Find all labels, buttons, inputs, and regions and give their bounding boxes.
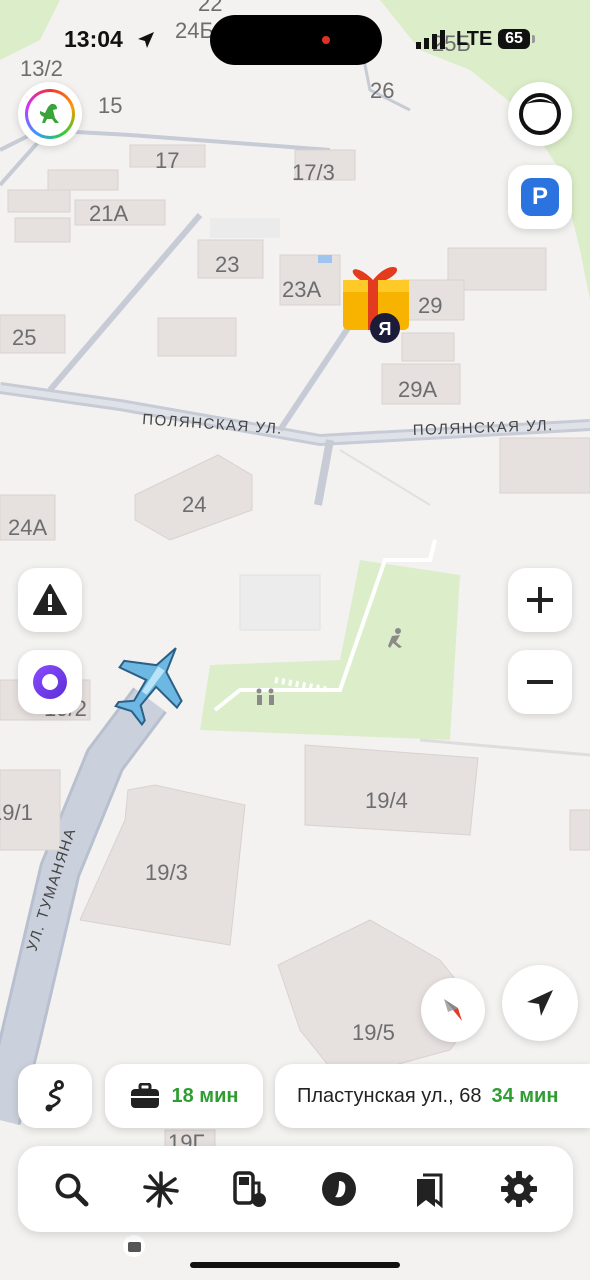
yandex-badge: Я [379,319,392,339]
settings-icon [501,1171,537,1207]
discovery-icon [143,1171,179,1208]
zoom-out-button[interactable] [508,650,572,714]
alice-assistant-button[interactable] [18,650,82,714]
building-label-19-4: 19/4 [365,788,408,813]
bottom-tab-bar [18,1146,573,1232]
dinosaur-icon [25,89,75,139]
road-alert-button[interactable] [18,568,82,632]
music-icon [322,1172,356,1206]
building-label-29: 29 [418,293,442,318]
route-to-destination-chip[interactable]: Пластунская ул., 68 34 мин [275,1064,590,1128]
zoom-in-button[interactable] [508,568,572,632]
work-route-time: 18 мин [171,1084,239,1107]
home-indicator [190,1262,400,1268]
zoom-in-icon [527,587,553,613]
briefcase-icon [130,1083,159,1108]
tab-discovery[interactable] [136,1164,186,1214]
building-label-26: 26 [370,78,394,103]
building-label-19-3: 19/3 [145,860,188,885]
building-label-29a: 29А [398,377,437,402]
parking-button[interactable]: P [508,165,572,229]
location-arrow-icon [138,32,154,48]
dynamic-island [210,15,382,65]
building-label-23a: 23А [282,277,321,302]
tab-settings[interactable] [494,1164,544,1214]
alert-icon [33,584,67,615]
profile-icon [519,93,561,135]
building-label-15: 15 [98,93,122,118]
tab-music[interactable] [314,1164,364,1214]
locate-icon [527,990,553,1016]
parking-icon: P [521,178,559,216]
zoom-out-icon [527,680,553,684]
tab-search[interactable] [46,1164,96,1214]
bookmarks-icon [417,1173,443,1209]
destination-address: Пластунская ул., 68 [297,1084,482,1107]
building-label-24a: 24А [8,515,47,540]
building-label-17-3: 17/3 [292,160,335,185]
status-time: 13:04 [64,26,123,52]
battery-tip [532,35,535,43]
building-label-19-1: 19/1 [0,800,33,825]
route-to-work-chip[interactable]: 18 мин [105,1064,263,1128]
profile-avatar-button[interactable] [18,82,82,146]
building-label-25: 25 [12,325,36,350]
cellular-signal-icon [416,30,445,49]
locate-me-button[interactable] [502,965,578,1041]
tab-fuel[interactable] [224,1164,274,1214]
battery-indicator: 65 [498,29,530,49]
route-options-button[interactable] [18,1064,92,1128]
user-account-button[interactable] [508,82,572,146]
building-label-21a: 21А [89,201,128,226]
compass-icon [444,999,462,1021]
status-bar: 13:04 LTE 65 [0,0,590,80]
fuel-icon [233,1171,266,1207]
building-label-19-5: 19/5 [352,1020,395,1045]
briefcase-map-icon [123,1235,145,1257]
building-label-17: 17 [155,148,179,173]
route-squiggle-icon [45,1080,64,1112]
tab-bookmarks[interactable] [404,1164,454,1214]
network-type: LTE [456,28,493,50]
building-label-23: 23 [215,252,239,277]
recording-dot [322,36,330,44]
search-icon [55,1173,89,1207]
compass-button[interactable] [421,978,485,1042]
building-label-24: 24 [182,492,206,517]
alice-icon [33,665,67,699]
destination-route-time: 34 мин [491,1084,559,1107]
